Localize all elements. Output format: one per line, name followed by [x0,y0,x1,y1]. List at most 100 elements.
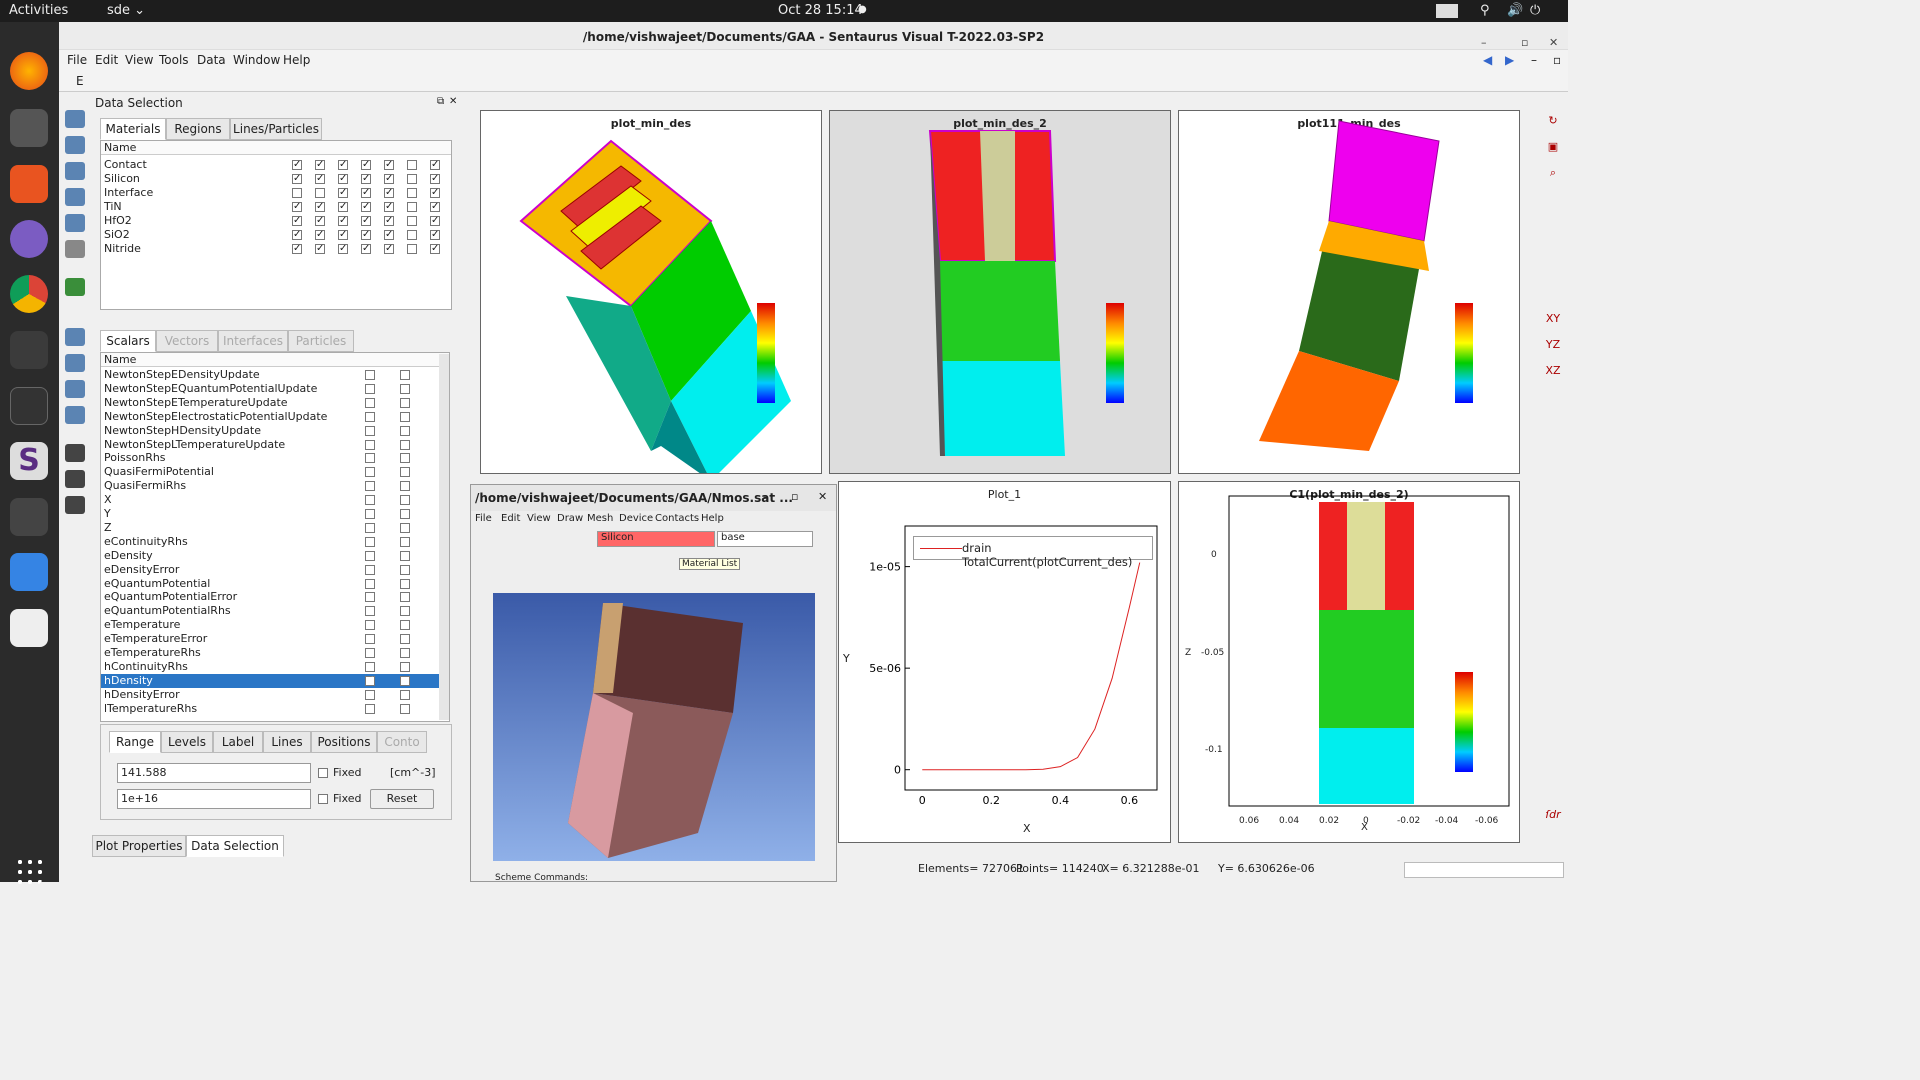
nmos-viewport[interactable] [493,593,815,861]
material-checkbox[interactable]: ✓ [430,160,440,170]
reset-button[interactable]: Reset [370,789,434,809]
panel-close-icon[interactable]: ✕ [449,96,457,107]
nmos-maximize-icon[interactable]: ▫ [791,490,798,503]
material-checkbox[interactable]: ✓ [361,160,371,170]
material-checkbox[interactable]: ✓ [430,216,440,226]
material-row[interactable]: SiO2 ✓ ✓ ✓ ✓ ✓ ✓ [101,228,451,242]
menu-file[interactable]: File [67,53,87,67]
material-checkbox[interactable] [407,216,417,226]
material-row[interactable]: Interface ✓ ✓ ✓ ✓ [101,186,451,200]
scalar-checkbox[interactable] [365,439,375,450]
active-app-icon[interactable] [10,498,48,536]
text-editor-icon[interactable] [10,553,48,591]
scalar-checkbox[interactable] [400,370,410,380]
tab-contours[interactable]: Conto [377,731,427,753]
menu-view[interactable]: View [125,53,153,67]
material-checkbox[interactable]: ✓ [430,202,440,212]
material-checkbox[interactable]: ✓ [338,174,348,184]
yz-icon[interactable]: YZ [1543,338,1563,356]
tab-regions[interactable]: Regions [166,118,230,140]
fixed-min-checkbox[interactable] [318,768,328,778]
scalar-checkbox[interactable] [400,703,410,714]
scalar-row[interactable]: eQuantumPotentialError [101,590,449,604]
tab-interfaces[interactable]: Interfaces [218,330,288,352]
scalar-checkbox[interactable] [400,606,410,617]
files-icon[interactable] [10,109,48,147]
scalar-checkbox[interactable] [400,383,410,394]
software-icon[interactable] [10,165,48,203]
scalar-row[interactable]: eQuantumPotentialRhs [101,604,449,618]
scalar-row[interactable]: eTemperatureError [101,632,449,646]
data-icon[interactable] [65,380,85,398]
material-checkbox[interactable]: ✓ [361,174,371,184]
scalar-checkbox[interactable] [365,370,375,380]
nmos-menu-contacts[interactable]: Contacts [655,513,699,524]
zoom-icon[interactable]: ⌕ [1543,166,1563,184]
clock[interactable]: Oct 28 15:14 [778,3,863,18]
scalar-checkbox[interactable] [400,397,410,408]
apps-grid-icon[interactable] [15,857,43,885]
app-menu[interactable]: sde ⌄ [107,3,145,18]
link-icon[interactable] [65,162,85,180]
material-checkbox[interactable]: ✓ [292,202,302,212]
material-checkbox[interactable]: ✓ [384,202,394,212]
plot111-min-des[interactable]: plot111_min_des [1178,110,1520,474]
plot-icon[interactable] [65,328,85,346]
material-checkbox[interactable] [407,230,417,240]
tab-plot-properties[interactable]: Plot Properties [92,835,186,857]
rotate-icon[interactable]: ↻ [1543,114,1563,132]
sdr-icon[interactable]: ſdr [1543,808,1563,826]
nmos-close-icon[interactable]: ✕ [818,490,827,503]
scalar-checkbox[interactable] [365,634,375,645]
monitor-icon[interactable] [10,331,48,369]
scalar-checkbox[interactable] [365,578,375,589]
scalar-row[interactable]: hContinuityRhs [101,660,449,674]
material-checkbox[interactable]: ✓ [430,174,440,184]
scalar-row[interactable]: QuasiFermiPotential [101,465,449,479]
activities-button[interactable]: Activities [9,3,68,18]
material-checkbox[interactable]: ✓ [430,244,440,254]
material-checkbox[interactable]: ✓ [338,216,348,226]
tab-vectors[interactable]: Vectors [156,330,218,352]
scalar-checkbox[interactable] [400,550,410,561]
material-checkbox[interactable]: ✓ [384,174,394,184]
scalar-checkbox[interactable] [365,481,375,492]
material-checkbox[interactable] [407,174,417,184]
movie-icon[interactable] [65,444,85,462]
scalar-checkbox[interactable] [365,620,375,631]
nmos-minimize-icon[interactable]: – [763,490,769,503]
material-checkbox[interactable]: ✓ [338,244,348,254]
scalar-row[interactable]: eContinuityRhs [101,535,449,549]
prev-icon[interactable]: ◀ [1483,53,1492,67]
next-icon[interactable]: ▶ [1505,53,1514,67]
scalar-checkbox[interactable] [365,661,375,672]
material-checkbox[interactable] [407,160,417,170]
select-icon[interactable]: ▣ [1543,140,1563,158]
plot-min-des[interactable]: plot_min_des [480,110,822,474]
material-checkbox[interactable]: ✓ [384,216,394,226]
movie3-icon[interactable] [65,496,85,514]
menu-window[interactable]: Window [233,53,280,67]
menu-help[interactable]: Help [283,53,310,67]
fullscreen-icon[interactable]: ▫ [1553,53,1561,67]
plot-min-des-2[interactable]: plot_min_des_2 [829,110,1171,474]
tab-materials[interactable]: Materials [100,118,166,140]
tab-range[interactable]: Range [109,731,161,753]
material-checkbox[interactable]: ✓ [384,230,394,240]
fixed-max-checkbox[interactable] [318,794,328,804]
nmos-menu-file[interactable]: File [475,513,492,524]
scalar-row[interactable]: hDensity ✓ [101,673,449,688]
material-row[interactable]: Silicon ✓ ✓ ✓ ✓ ✓ ✓ [101,172,451,186]
material-checkbox[interactable]: ✓ [338,160,348,170]
scalar-checkbox[interactable] [365,606,375,617]
min-value-input[interactable]: 141.588 [117,763,311,783]
tab-data-selection[interactable]: Data Selection [186,835,284,857]
material-checkbox[interactable] [292,188,302,198]
material-row[interactable]: Contact ✓ ✓ ✓ ✓ ✓ ✓ [101,158,451,172]
material-checkbox[interactable]: ✓ [338,202,348,212]
c1-plot-min-des-2[interactable]: C1(plot_min_des_2) 0 -0.05 -0.1 Z X 0.06… [1178,481,1520,843]
scalar-row[interactable]: NewtonStepEQuantumPotentialUpdate [101,382,449,396]
material-checkbox[interactable]: ✓ [315,216,325,226]
scalar-checkbox[interactable] [400,634,410,645]
scalar-row[interactable]: lTemperatureRhs [101,702,449,716]
